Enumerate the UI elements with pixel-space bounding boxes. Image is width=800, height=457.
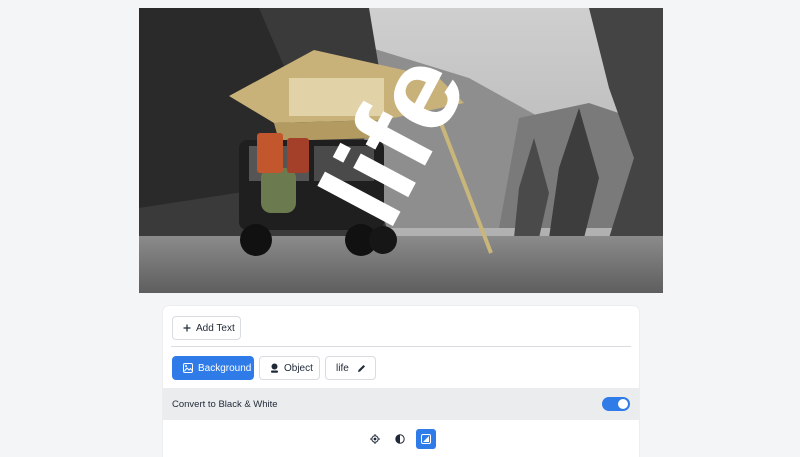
photo-canvas[interactable]: life	[139, 8, 663, 293]
add-text-label: Add Text	[196, 322, 235, 334]
object-label: Object	[284, 362, 313, 374]
plus-icon	[183, 324, 191, 332]
target-icon	[370, 434, 380, 444]
text-layer-button[interactable]: life	[325, 356, 376, 380]
background-label: Background	[198, 362, 252, 374]
focus-mode-button[interactable]	[365, 429, 385, 449]
toggle-knob	[618, 399, 628, 409]
canvas-area: life	[0, 0, 800, 293]
pencil-icon	[357, 364, 366, 373]
contrast-mode-button[interactable]	[390, 429, 410, 449]
person-icon	[270, 363, 279, 373]
car-camping-photo: life	[139, 8, 663, 293]
image-icon	[421, 434, 431, 444]
black-white-toggle[interactable]	[602, 397, 630, 411]
portrait-mode-button[interactable]	[416, 429, 436, 449]
black-white-label: Convert to Black & White	[172, 398, 278, 410]
editor-panel: Add Text Background Object life Convert …	[163, 306, 639, 457]
black-white-setting-row: Convert to Black & White	[163, 388, 639, 420]
image-icon	[183, 363, 193, 373]
contrast-icon	[395, 434, 405, 444]
object-layer-button[interactable]: Object	[259, 356, 320, 380]
divider	[171, 346, 631, 347]
background-layer-button[interactable]: Background	[172, 356, 254, 380]
add-text-button[interactable]: Add Text	[172, 316, 241, 340]
text-layer-label: life	[336, 362, 349, 374]
